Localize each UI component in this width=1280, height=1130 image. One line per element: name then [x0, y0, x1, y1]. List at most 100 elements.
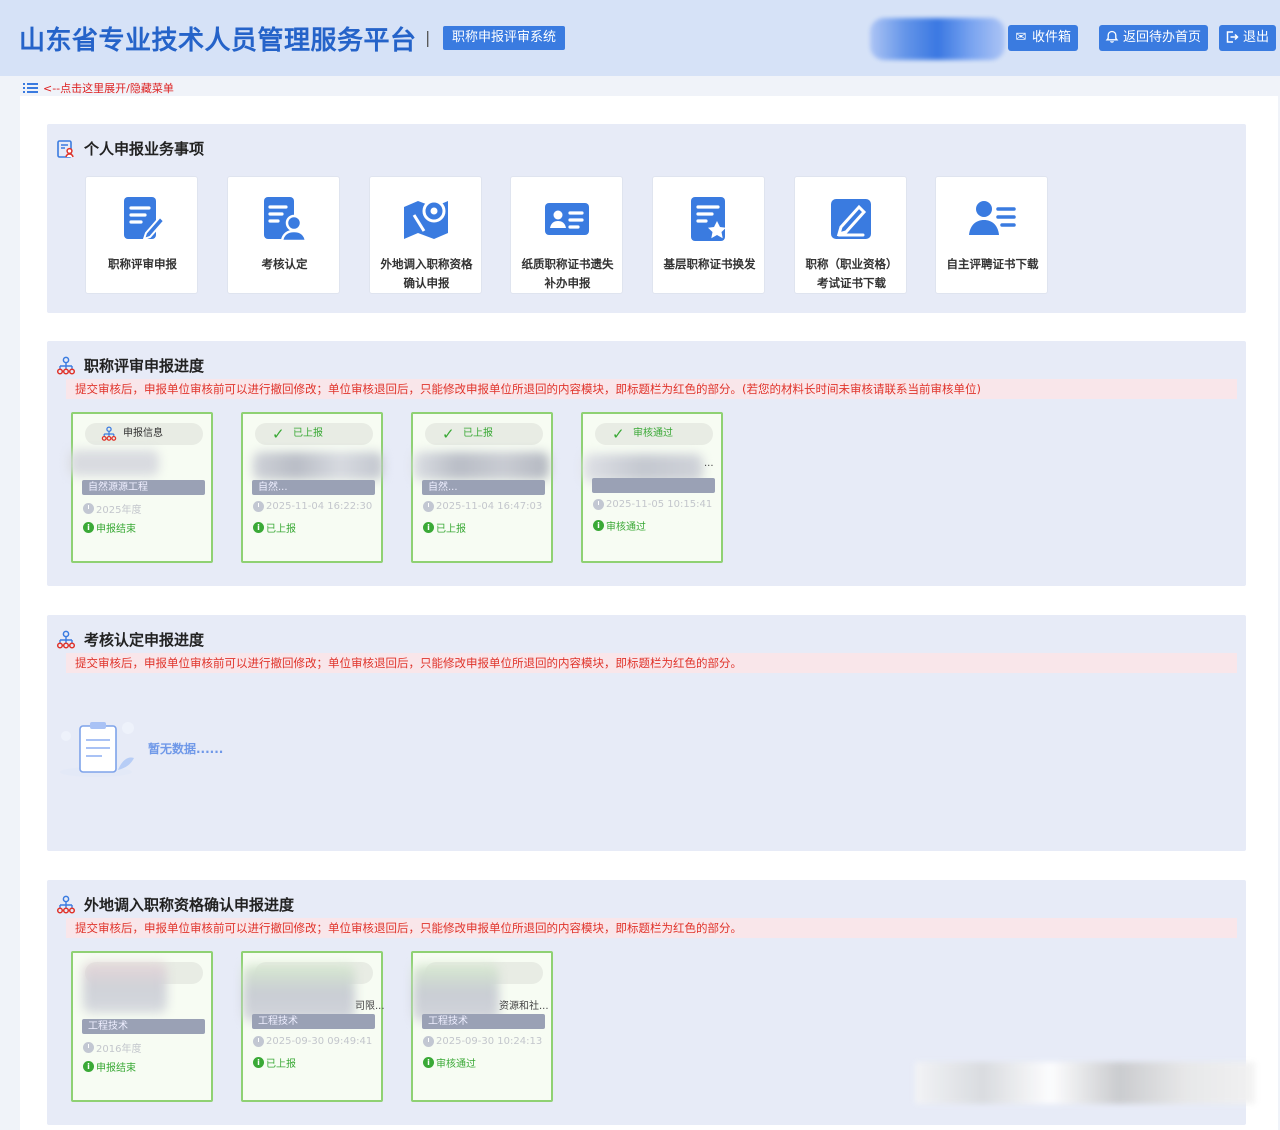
card-status: i 申报结束	[83, 1059, 136, 1074]
inbox-label: 收件箱	[1032, 30, 1072, 45]
service-exam-cert-download[interactable]: 职称（职业资格）考试证书下载	[794, 176, 907, 294]
progress-card[interactable]: ✓ 已上报 自然... 2025-11-04 16:22:30 i 已上报	[241, 412, 383, 563]
redacted-text	[253, 452, 383, 480]
card-time-text: 2025-11-05 10:15:41	[606, 499, 713, 510]
section-title-text: 考核认定申报进度	[84, 631, 205, 649]
card-time-text: 2025-11-04 16:22:30	[266, 501, 373, 512]
pen-board-icon	[831, 199, 871, 239]
assessment-progress-tip: 提交审核后，申报单位审核前可以进行撤回修改；单位审核退回后，只能修改申报单位所退…	[66, 653, 1237, 673]
card-pill: ✓ 已上报	[255, 423, 373, 445]
service-label: 基层职称证书换发	[663, 257, 756, 271]
back-home-label: 返回待办首页	[1123, 30, 1202, 45]
user-list-icon	[969, 201, 1016, 235]
doc-edit-icon	[124, 197, 166, 241]
service-label: 职称评审申报	[108, 257, 177, 271]
menu-toggle[interactable]: <--点击这里展开/隐藏菜单	[23, 80, 174, 96]
progress-card[interactable]: ✓ 审核通过 ... 2025-11-05 10:15:41 i 审核通过	[581, 412, 723, 563]
card-status-text: 申报结束	[96, 524, 136, 535]
redacted-watermark	[915, 1062, 1255, 1104]
list-icon	[23, 82, 39, 94]
card-category-bar: 自然...	[422, 480, 545, 495]
system-badge: 职称申报评审系统	[443, 26, 566, 50]
info-icon: i	[423, 522, 434, 533]
service-self-cert-download[interactable]: 自主评聘证书下载	[935, 176, 1048, 294]
check-icon: ✓	[442, 425, 455, 443]
card-category-bar: 工程技术	[252, 1014, 375, 1029]
card-time-text: 2025-11-04 16:47:03	[436, 501, 543, 512]
check-icon: ✓	[612, 425, 625, 443]
progress-card[interactable]: 工程技术 2016年度 i 申报结束	[71, 951, 213, 1102]
org-chart-icon	[56, 895, 76, 914]
info-icon: i	[83, 522, 94, 533]
card-pill: ✓ 已上报	[425, 423, 543, 445]
service-lost-cert[interactable]: 纸质职称证书遗失补办申报	[510, 176, 623, 294]
title-progress-tip: 提交审核后，申报单位审核前可以进行撤回修改；单位审核退回后，只能修改申报单位所退…	[66, 379, 1237, 399]
card-time: 2025-11-04 16:22:30	[253, 501, 372, 512]
card-pill-label: 申报信息	[123, 428, 163, 439]
clock-icon	[593, 499, 604, 510]
redacted-text	[243, 965, 355, 1021]
logout-button[interactable]: 退出	[1219, 25, 1277, 51]
card-status: i 申报结束	[83, 520, 136, 535]
service-transfer-confirm[interactable]: 外地调入职称资格确认申报	[369, 176, 482, 294]
card-time: 2025-11-05 10:15:41	[593, 499, 712, 510]
org-chart-icon	[101, 426, 117, 441]
progress-card[interactable]: 资源和社... 工程技术 2025-09-30 10:24:13 i 审核通过	[411, 951, 553, 1102]
title-progress-title: 职称评审申报进度	[56, 355, 204, 376]
top-header: 山东省专业技术人员管理服务平台 | 职称申报评审系统 ✉ 收件箱 返回待办首页 …	[0, 0, 1280, 76]
org-chart-icon	[56, 630, 76, 649]
back-home-button[interactable]: 返回待办首页	[1099, 25, 1209, 51]
assessment-progress-title: 考核认定申报进度	[56, 629, 204, 650]
redacted-text	[83, 963, 167, 1013]
card-status: i 已上报	[423, 520, 466, 535]
info-icon: i	[593, 520, 604, 531]
clock-icon	[423, 501, 434, 512]
clock-icon	[423, 1036, 434, 1047]
logout-label: 退出	[1243, 30, 1270, 45]
menu-toggle-label: <--点击这里展开/隐藏菜单	[43, 82, 174, 95]
card-status: i 已上报	[253, 1055, 296, 1070]
card-category-bar: 自然源源工程	[82, 480, 205, 495]
service-assessment[interactable]: 考核认定	[227, 176, 340, 294]
card-status: i 审核通过	[593, 518, 646, 533]
clock-icon	[253, 501, 264, 512]
progress-card[interactable]: 申报信息 自然源源工程 2025年度 i 申报结束	[69, 412, 213, 563]
card-extra-text: 资源和社...	[499, 1001, 549, 1012]
service-grassroots-cert[interactable]: 基层职称证书换发	[652, 176, 765, 294]
check-icon: ✓	[272, 425, 285, 443]
card-pill-label: 已上报	[293, 428, 323, 439]
info-icon: i	[83, 1061, 94, 1072]
platform-title: 山东省专业技术人员管理服务平台	[19, 26, 417, 56]
empty-state: 暂无数据......	[56, 716, 236, 780]
card-status-text: 审核通过	[436, 1059, 476, 1070]
card-time: 2016年度	[83, 1040, 141, 1055]
clock-icon	[83, 503, 94, 514]
progress-card[interactable]: ✓ 已上报 自然... 2025-11-04 16:47:03 i 已上报	[411, 412, 553, 563]
service-label: 纸质职称证书遗失补办申报	[521, 257, 614, 290]
inbox-button[interactable]: ✉ 收件箱	[1008, 25, 1079, 51]
card-status-text: 已上报	[436, 524, 466, 535]
card-time: 2025-09-30 09:49:41	[253, 1036, 372, 1047]
card-time: 2025-09-30 10:24:13	[423, 1036, 542, 1047]
section-title-text: 职称评审申报进度	[84, 357, 205, 375]
service-label: 外地调入职称资格确认申报	[380, 257, 473, 290]
clock-icon	[253, 1036, 264, 1047]
card-category-bar	[592, 478, 715, 493]
card-category-bar: 自然...	[252, 480, 375, 495]
card-pill: ✓ 审核通过	[595, 423, 713, 445]
card-status-text: 已上报	[266, 1059, 296, 1070]
redacted-text	[413, 965, 499, 1021]
card-status: i 审核通过	[423, 1055, 476, 1070]
transfer-progress-title: 外地调入职称资格确认申报进度	[56, 894, 294, 915]
title-separator: |	[425, 28, 431, 47]
service-title-review[interactable]: 职称评审申报	[85, 176, 198, 294]
card-pill-label: 审核通过	[633, 428, 673, 439]
progress-card[interactable]: 司限... 工程技术 2025-09-30 09:49:41 i 已上报	[241, 951, 385, 1102]
mail-icon: ✉	[1015, 30, 1027, 45]
transfer-progress-tip: 提交审核后，申报单位审核前可以进行撤回修改；单位审核退回后，只能修改申报单位所退…	[66, 918, 1237, 938]
doc-star-icon	[691, 197, 726, 241]
card-extra-text: 司限...	[355, 1001, 385, 1012]
card-status-text: 申报结束	[96, 1063, 136, 1074]
card-time-text: 2016年度	[96, 1044, 142, 1055]
info-icon: i	[423, 1057, 434, 1068]
